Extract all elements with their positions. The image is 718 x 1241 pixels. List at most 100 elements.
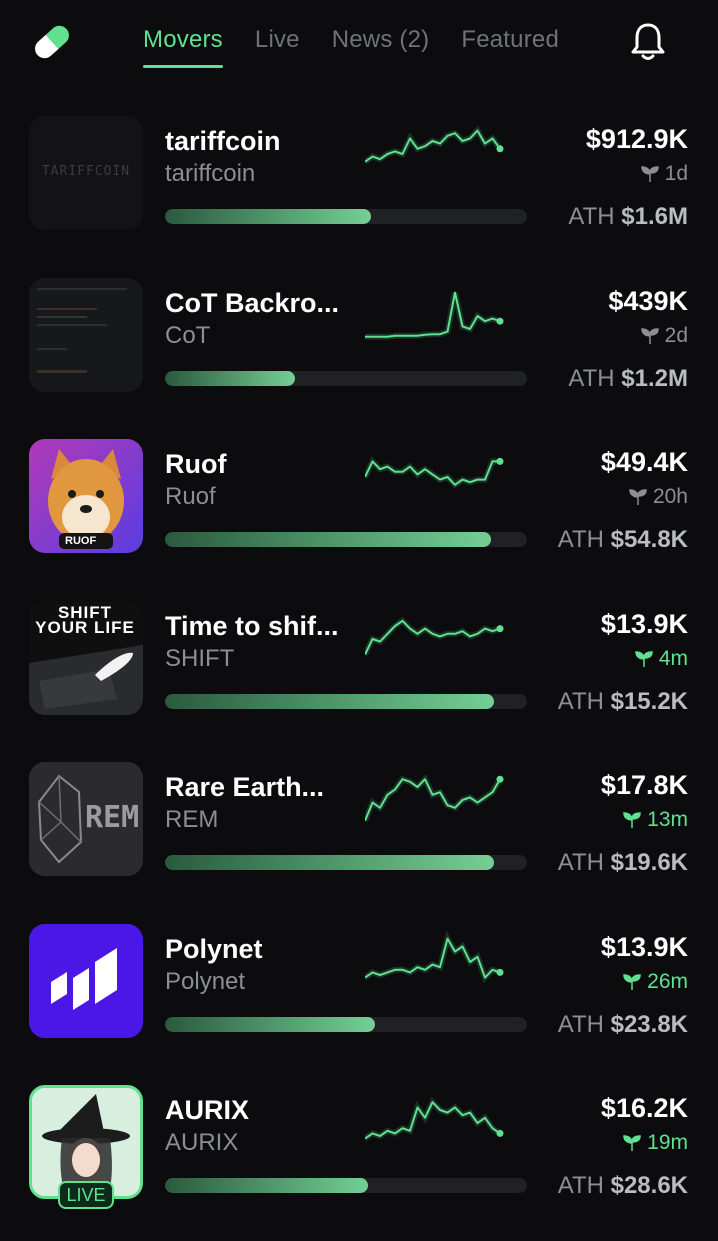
ath-value: $19.6K [610, 849, 688, 876]
live-badge[interactable]: LIVE [58, 1181, 114, 1209]
bell-icon[interactable] [628, 20, 668, 64]
sparkline [365, 125, 504, 165]
market-cap: $912.9K [585, 124, 688, 154]
sparkline [365, 1097, 504, 1142]
all-time-high: ATH $1.2M [568, 365, 688, 393]
token-age-label: 2d [664, 323, 688, 347]
ath-prefix: ATH [557, 1010, 604, 1038]
token-age: 26m [623, 970, 688, 994]
progress-fill [165, 1178, 368, 1193]
token-age: 19m [623, 1131, 688, 1155]
ath-value: $1.6M [621, 203, 688, 230]
ath-prefix: ATH [557, 526, 604, 553]
sprout-icon [623, 1135, 641, 1151]
token-name: tariffcoin [165, 126, 281, 156]
ath-value: $23.8K [610, 1010, 688, 1038]
ath-prefix: ATH [568, 203, 615, 230]
list-item[interactable]: Polynet Polynet $13.9K 26m ATH $23.8K [0, 918, 718, 1080]
sprout-icon [629, 489, 647, 505]
list-item[interactable]: CoT Backro... CoT $439K 2d ATH $1.2M [0, 272, 718, 434]
progress-fill [165, 1016, 375, 1032]
token-age-label: 19m [647, 1131, 688, 1154]
thumb-wordmark: TARIFFCOIN [41, 164, 131, 179]
list-item[interactable]: SHIFT YOUR LIFE Time to shif... SHIFT $1… [0, 595, 718, 757]
sparkline-endpoint [496, 1129, 504, 1137]
token-name: Ruof [165, 449, 227, 479]
token-name: CoT Backro... [165, 287, 340, 318]
ath-value: $1.2M [621, 364, 688, 392]
token-age: 2d [640, 323, 688, 348]
token-avatar: REM [29, 762, 143, 876]
progress-bar [165, 209, 527, 224]
list-item[interactable]: TARIFFCOIN tariffcoin tariffcoin $912.9K… [0, 110, 718, 272]
market-cap: $13.9K [600, 931, 688, 962]
token-avatar: SHIFT YOUR LIFE [29, 600, 143, 715]
tab-featured[interactable]: Featured [461, 26, 559, 68]
token-ticker: tariffcoin [165, 160, 256, 187]
token-ticker: Polynet [165, 967, 246, 995]
sparkline-endpoint [496, 457, 504, 465]
tab-live[interactable]: Live [255, 26, 300, 68]
token-age: 1d [640, 162, 688, 186]
progress-bar [165, 1178, 527, 1193]
token-age: 13m [623, 808, 688, 832]
list-item[interactable]: AURIX AURIX $16.2K 19m ATH $28.6K [0, 1079, 718, 1241]
ath-prefix: ATH [557, 687, 604, 715]
token-name: Rare Earth... [165, 772, 325, 802]
thumb-wordmark: REM [85, 800, 140, 835]
progress-fill [165, 532, 491, 547]
all-time-high: ATH $54.8K [558, 526, 688, 554]
sparkline-line [365, 778, 501, 822]
ath-prefix: ATH [557, 1172, 604, 1199]
sparkline-endpoint [496, 968, 504, 976]
ath-value: $54.8K [610, 526, 688, 553]
sprout-icon [635, 650, 653, 667]
sparkline-glow [365, 291, 501, 340]
token-age-label: 20h [652, 485, 688, 508]
progress-fill [165, 693, 495, 709]
token-age: 20h [629, 485, 688, 509]
all-time-high: ATH $23.8K [558, 1011, 688, 1039]
all-time-high: ATH $19.6K [558, 849, 688, 877]
all-time-high: ATH $15.2K [558, 688, 688, 716]
sprout-icon [640, 166, 659, 182]
pill-icon[interactable] [28, 18, 76, 66]
progress-bar [165, 532, 527, 547]
token-name: AURIX [165, 1095, 250, 1125]
token-age-label: 4m [658, 646, 688, 670]
movers-list: TARIFFCOIN tariffcoin tariffcoin $912.9K… [0, 110, 718, 1241]
token-age: 4m [635, 647, 688, 671]
token-ticker: SHIFT [165, 644, 235, 672]
list-item[interactable]: RUOF Ruof Ruof $49.4K 20h ATH $54.8K [0, 433, 718, 595]
progress-bar [165, 1016, 527, 1032]
market-cap: $13.9K [600, 608, 688, 639]
sparkline [365, 774, 504, 822]
polynet-logo [29, 923, 143, 1038]
token-ticker: CoT [165, 321, 211, 349]
terminal-thumbnail [29, 277, 143, 392]
progress-fill [165, 370, 296, 386]
sparkline [365, 291, 504, 340]
list-item[interactable]: REM Rare Earth... REM $17.8K 13m ATH $19… [0, 756, 718, 918]
market-cap: $49.4K [600, 447, 688, 477]
sparkline-endpoint [496, 317, 504, 325]
market-cap: $17.8K [600, 770, 688, 800]
token-avatar [29, 277, 143, 392]
sparkline [365, 930, 504, 983]
token-avatar: RUOF [29, 439, 143, 553]
progress-fill [165, 209, 372, 224]
sparkline-glow [365, 616, 501, 656]
thumb-wordmark: SHIFT YOUR LIFE [35, 602, 135, 637]
sparkline [365, 616, 504, 656]
market-cap: $16.2K [600, 1093, 688, 1123]
sparkline-glow [365, 930, 501, 983]
ath-value: $28.6K [610, 1172, 688, 1199]
token-ticker: REM [165, 806, 219, 833]
top-nav: Movers Live News (2) Featured [0, 0, 718, 95]
tab-movers[interactable]: Movers [143, 26, 223, 68]
tab-news[interactable]: News (2) [332, 26, 430, 68]
market-cap: $439K [608, 285, 688, 316]
sparkline-endpoint [496, 775, 504, 783]
token-age-label: 13m [647, 808, 688, 831]
sparkline-endpoint [496, 624, 504, 632]
